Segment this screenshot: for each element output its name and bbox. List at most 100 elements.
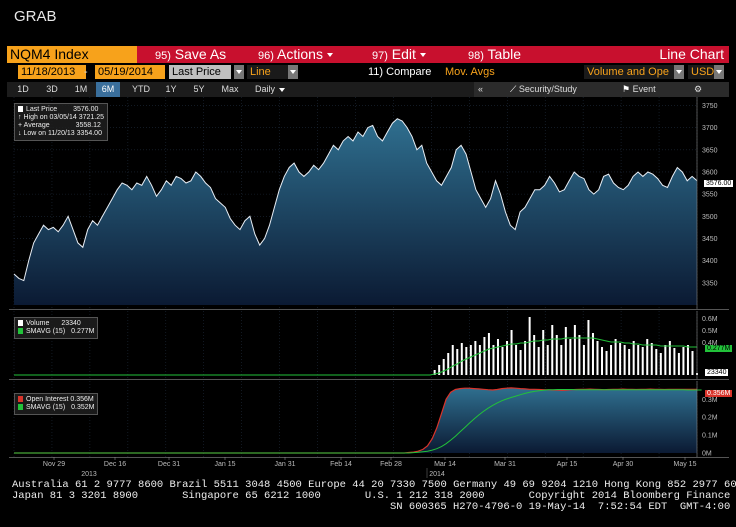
volume-tag: 23340 (705, 369, 729, 376)
y-tick-label: 0.1M (702, 433, 718, 440)
volume-bar (478, 345, 481, 375)
range-6m[interactable]: 6M (96, 82, 120, 97)
volume-bar (555, 335, 558, 375)
compare-button[interactable]: 11) Compare (368, 65, 431, 79)
y-tick-label: 3450 (702, 236, 718, 243)
volume-bar (659, 353, 662, 375)
mov-avgs-button[interactable]: Mov. Avgs (445, 65, 495, 79)
window-title: GRAB (14, 8, 57, 25)
volume-bar (632, 341, 635, 375)
frequency-select[interactable]: Daily (252, 82, 288, 97)
range-5y[interactable]: 5Y (190, 82, 208, 97)
oi-smavg-swatch (18, 404, 23, 411)
event-button[interactable]: ⚑ Event (622, 82, 656, 97)
x-tick-label: Dec 16 (104, 461, 126, 468)
collapse-icon[interactable]: « (478, 82, 483, 97)
style-select[interactable]: Line (247, 65, 289, 79)
volume-bar (655, 349, 658, 375)
oi-tag: 0.356M (705, 390, 733, 397)
volume-bar (537, 347, 540, 375)
table-menu[interactable]: 98) Table (468, 46, 521, 63)
y-tick-label: 3600 (702, 169, 718, 176)
volume-bar (569, 339, 572, 375)
ticker-field[interactable]: NQM4 Index (7, 46, 137, 63)
range-1d[interactable]: 1D (14, 82, 32, 97)
volume-bar (587, 320, 590, 375)
lower-chart-dropdown-button[interactable] (674, 65, 684, 79)
start-date-field[interactable]: 11/18/2013 (18, 65, 86, 79)
volume-bar (637, 345, 640, 375)
range-1y[interactable]: 1Y (162, 82, 180, 97)
end-date-field[interactable]: 05/19/2014 (95, 65, 165, 79)
volume-bar (487, 333, 490, 375)
range-3d[interactable]: 3D (42, 82, 62, 97)
style-dropdown-button[interactable] (288, 65, 298, 79)
chevron-down-icon (419, 53, 426, 58)
field-dropdown-button[interactable] (234, 65, 244, 79)
volume-swatch (18, 320, 23, 327)
volume-bar (510, 330, 513, 375)
x-tick-label: Nov 29 (43, 461, 65, 468)
price-area (14, 118, 697, 305)
currency-select[interactable]: USD (688, 65, 716, 79)
actions-menu[interactable]: 96) Actions (258, 46, 333, 63)
chart-type-label: Line Chart (659, 46, 724, 62)
volume-bar (551, 325, 554, 375)
lower-chart-select[interactable]: Volume and Ope (584, 65, 678, 79)
range-ytd[interactable]: YTD (128, 82, 154, 97)
volume-bar (501, 347, 504, 375)
security-study-button[interactable]: ⟋ Security/Study (510, 82, 577, 97)
y-tick-label: 0.5M (702, 328, 718, 335)
x-tick-label: Feb 28 (380, 461, 402, 468)
volume-bar (465, 347, 468, 375)
volume-bar (582, 345, 585, 375)
volume-bar (564, 327, 567, 375)
currency-dropdown-button[interactable] (714, 65, 724, 79)
volume-bar (542, 330, 545, 375)
y-tick-label: 3650 (702, 147, 718, 154)
volume-bar (469, 345, 472, 375)
range-max[interactable]: Max (218, 82, 242, 97)
volume-smavg-tag: 0.277M (705, 345, 733, 352)
save-as-menu[interactable]: 95) Save As (155, 46, 226, 63)
oi-legend: Open Interest 0.356M SMAVG (15) 0.352M (14, 393, 99, 415)
y-tick-label: 0.6M (702, 316, 718, 323)
y-tick-label: 3500 (702, 214, 718, 221)
chevron-down-icon (279, 87, 285, 92)
x-tick-label: Mar 31 (494, 461, 516, 468)
x-group-label: 2013 (81, 471, 97, 478)
field-select[interactable]: Last Price (169, 65, 231, 79)
volume-bar (578, 335, 581, 375)
y-tick-label: 3750 (702, 103, 718, 110)
volume-bar (591, 333, 594, 375)
y-tick-label: 3700 (702, 125, 718, 132)
volume-bar (451, 345, 454, 375)
price-chart: 3350 3400 3450 3500 3550 3600 3650 3700 3750 (13, 97, 718, 309)
edit-menu[interactable]: 97) Edit (372, 46, 426, 63)
volume-bar (546, 345, 549, 375)
x-tick-label: Mar 14 (434, 461, 456, 468)
flag-icon: ⚑ (622, 84, 633, 94)
volume-panel: 0.6M 0.5M 0.4M (9, 311, 729, 380)
volume-bar (682, 347, 685, 375)
footer-line-3: SN 600365 H270-4796-0 19-May-14 7:52:54 … (390, 501, 731, 513)
volume-bar (496, 339, 499, 375)
oi-swatch (18, 396, 23, 403)
volume-bar (460, 343, 463, 375)
range-1m[interactable]: 1M (71, 82, 91, 97)
x-tick-label: Dec 31 (158, 461, 180, 468)
x-axis: Nov 29 Dec 16 Dec 31 Jan 15 Jan 31 Feb 14 Feb … (43, 457, 697, 478)
footer-info: Australia 61 2 9777 8600 Brazil 5511 304… (12, 480, 736, 513)
date-separator: - (84, 66, 88, 78)
y-tick-label: 3400 (702, 258, 718, 265)
x-tick-label: Apr 30 (613, 461, 634, 468)
volume-bar (492, 345, 495, 375)
volume-bar (519, 350, 522, 375)
volume-bar (619, 343, 622, 375)
oi-panel: 0.3M 0.2M 0.1M 0M (9, 381, 729, 458)
volume-bar (483, 337, 486, 375)
y-tick-label: 0.2M (702, 415, 718, 422)
x-tick-label: Feb 14 (330, 461, 352, 468)
volume-bar (686, 345, 689, 375)
gear-icon[interactable]: ⚙ (694, 82, 702, 97)
